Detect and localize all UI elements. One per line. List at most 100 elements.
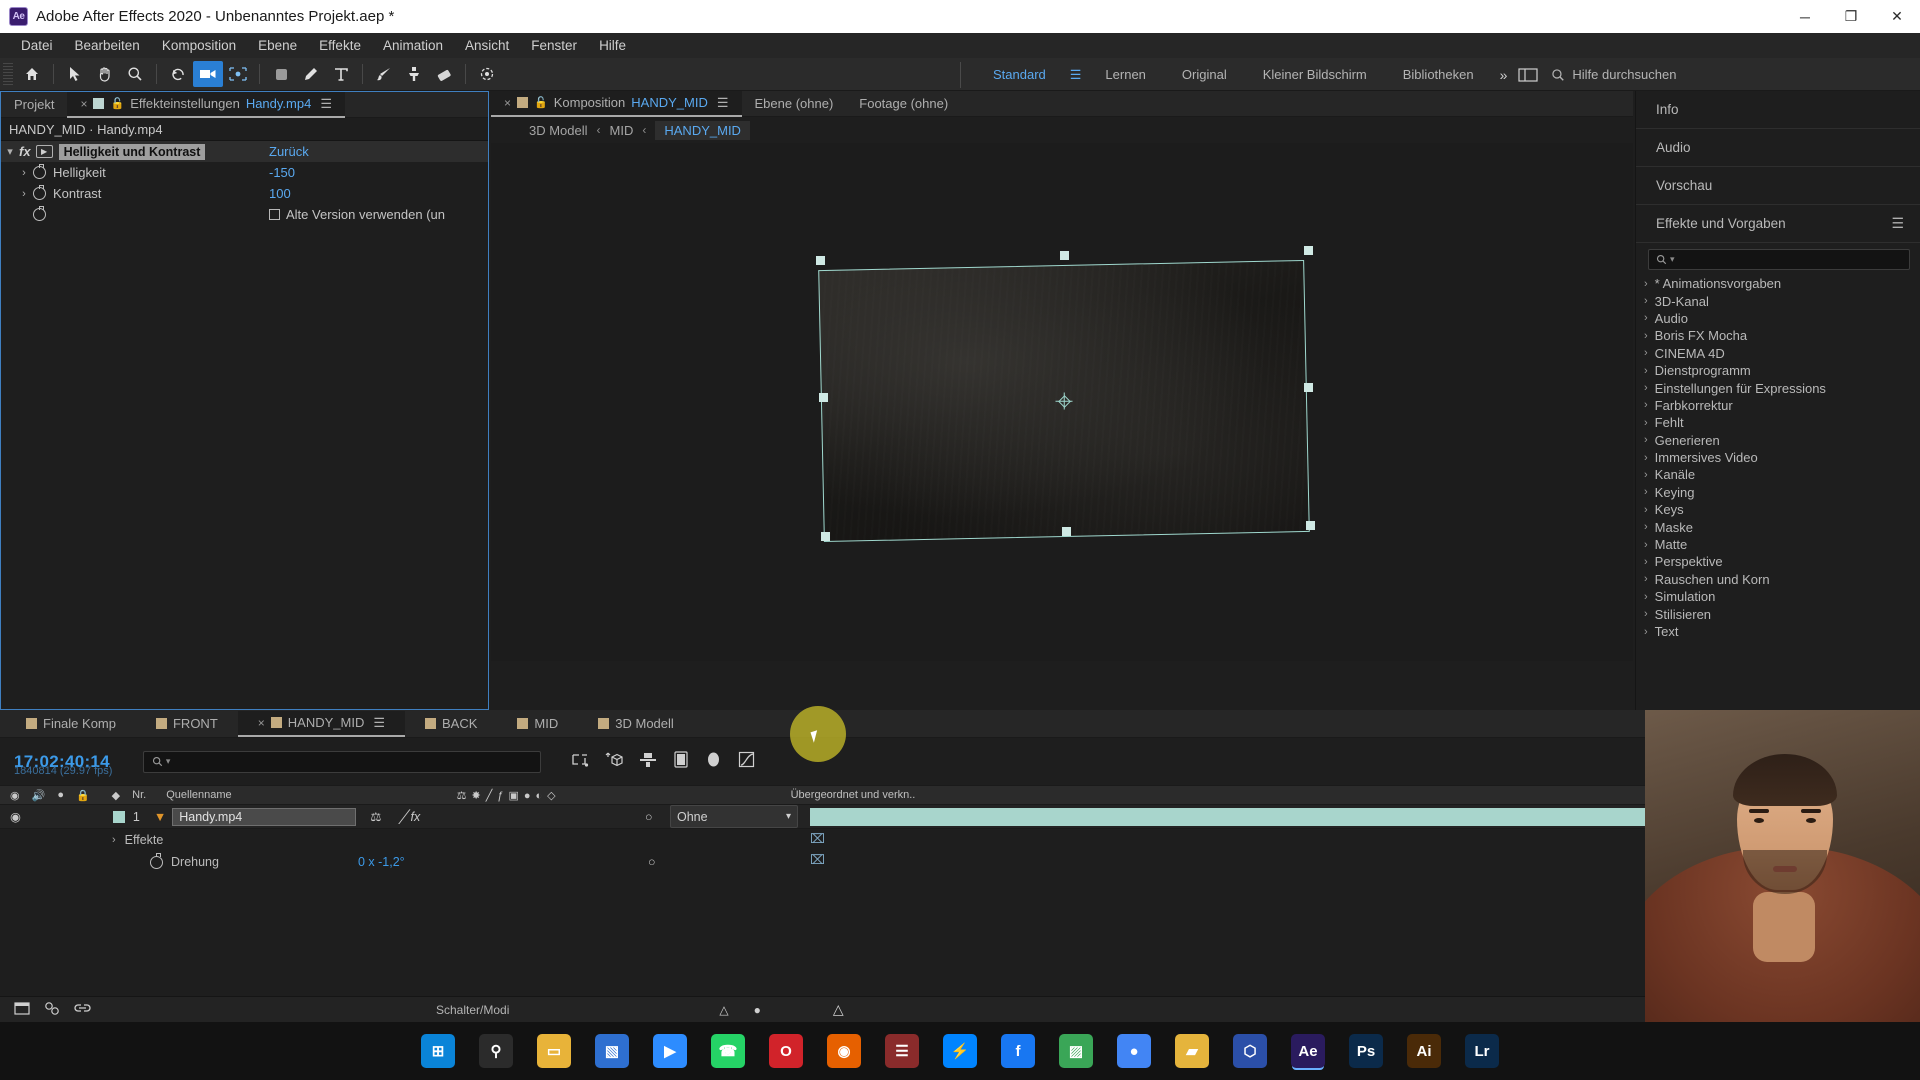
workspace-more-icon[interactable]: » (1492, 67, 1516, 83)
close-icon[interactable]: × (258, 716, 265, 730)
chevron-right-icon[interactable]: › (15, 188, 33, 200)
eraser-tool-icon[interactable] (429, 61, 459, 87)
transform-handle[interactable] (1304, 383, 1313, 392)
effect-category-1[interactable]: › 3D-Kanal (1636, 292, 1920, 309)
taskbar-chrome[interactable]: ● (1117, 1034, 1151, 1068)
comp-mini-flowchart-icon[interactable] (44, 1001, 60, 1019)
chevron-right-icon[interactable]: › (1644, 295, 1648, 307)
3d-renderer-icon[interactable] (605, 751, 623, 772)
minimize-button[interactable]: ─ (1782, 0, 1828, 33)
taskbar-start-windows[interactable]: ⊞ (421, 1034, 455, 1068)
effect-category-5[interactable]: › Dienstprogramm (1636, 362, 1920, 379)
menu-item-effekte[interactable]: Effekte (308, 35, 372, 56)
menu-item-hilfe[interactable]: Hilfe (588, 35, 637, 56)
effect-category-8[interactable]: › Fehlt (1636, 414, 1920, 431)
roto-brush-tool-icon[interactable] (472, 61, 502, 87)
transform-handle[interactable] (1060, 251, 1069, 260)
chevron-right-icon[interactable]: › (1644, 399, 1648, 411)
layer-name[interactable]: Handy.mp4 (172, 807, 357, 826)
video-visibility-toggle[interactable]: ◉ (10, 809, 21, 824)
keyframe-marker-icon[interactable]: ⌧ (810, 852, 825, 868)
pen-tool-icon[interactable] (296, 61, 326, 87)
rotation-tool-icon[interactable] (163, 61, 193, 87)
chevron-right-icon[interactable]: › (1644, 434, 1648, 446)
lock-icon[interactable]: 🔓 (110, 97, 124, 110)
menu-item-bearbeiten[interactable]: Bearbeiten (64, 35, 151, 56)
effect-category-16[interactable]: › Perspektive (1636, 553, 1920, 570)
panel-menu-icon[interactable]: ☰ (717, 95, 729, 111)
breadcrumb-item-1[interactable]: MID (610, 123, 634, 138)
brush-tool-icon[interactable] (369, 61, 399, 87)
chevron-right-icon[interactable]: › (1644, 608, 1648, 620)
panel-audio[interactable]: Audio (1636, 129, 1920, 167)
tab-footage[interactable]: Footage (ohne) (846, 91, 961, 117)
curve-editor-icon[interactable] (738, 751, 755, 772)
panel-menu-icon[interactable]: ☰ (320, 96, 332, 112)
chevron-right-icon[interactable]: › (1644, 591, 1648, 603)
chevron-right-icon[interactable]: › (1644, 469, 1648, 481)
timeline-tab-front[interactable]: FRONT (136, 711, 238, 737)
motion-blur-icon[interactable] (639, 752, 657, 772)
workspace-lernen[interactable]: Lernen (1087, 61, 1163, 88)
solo-icon[interactable]: ● (57, 789, 64, 801)
graph-editor-icon[interactable] (705, 751, 722, 772)
transform-handle[interactable] (1304, 246, 1313, 255)
workspace-standard[interactable]: Standard (975, 61, 1064, 88)
keyframe-marker-icon[interactable]: ⌧ (810, 831, 825, 847)
chevron-down-icon[interactable]: ▾ (1, 145, 19, 158)
chevron-right-icon[interactable]: › (1644, 521, 1648, 533)
taskbar-folder[interactable]: ▰ (1175, 1034, 1209, 1068)
camera-tool-icon[interactable] (193, 61, 223, 87)
close-icon[interactable]: × (504, 96, 511, 110)
effect-category-9[interactable]: › Generieren (1636, 432, 1920, 449)
workspace-bibliotheken[interactable]: Bibliotheken (1385, 61, 1492, 88)
close-button[interactable]: ✕ (1874, 0, 1920, 33)
switches-icons[interactable]: ⚖✸╱ƒ▣●◐◇ (457, 789, 561, 802)
taskbar-firefox[interactable]: ◉ (827, 1034, 861, 1068)
effect-toggle-icon[interactable]: ▶ (35, 145, 53, 158)
hand-tool-icon[interactable] (90, 61, 120, 87)
tab-projekt[interactable]: Projekt (1, 92, 67, 118)
type-tool-icon[interactable] (326, 61, 356, 87)
chain-link-icon[interactable] (74, 1002, 91, 1018)
property-row-kontrast[interactable]: › Kontrast 100 (1, 183, 488, 204)
lock-icon[interactable]: 🔓 (534, 96, 548, 109)
chevron-right-icon[interactable]: › (1644, 556, 1648, 568)
zoom-out-timeline-icon[interactable]: △ (719, 1003, 728, 1017)
breadcrumb-item-current[interactable]: HANDY_MID (655, 120, 750, 140)
workspace-panel-icon[interactable] (1515, 63, 1541, 87)
effect-category-13[interactable]: › Keys (1636, 501, 1920, 518)
toolbar-grip[interactable] (3, 63, 13, 85)
clone-stamp-tool-icon[interactable] (399, 61, 429, 87)
effect-category-7[interactable]: › Farbkorrektur (1636, 397, 1920, 414)
effect-category-14[interactable]: › Maske (1636, 518, 1920, 535)
property-value[interactable]: 100 (269, 186, 291, 201)
taskbar-premiere-related[interactable]: ⬡ (1233, 1034, 1267, 1068)
tab-effekteinstellungen[interactable]: × 🔓 Effekteinstellungen Handy.mp4 ☰ (67, 91, 345, 118)
taskbar-opera[interactable]: O (769, 1034, 803, 1068)
menu-item-datei[interactable]: Datei (10, 35, 64, 56)
legacy-checkbox-wrap[interactable]: Alte Version verwenden (un (269, 207, 445, 222)
effect-category-17[interactable]: › Rauschen und Korn (1636, 571, 1920, 588)
taskbar-whatsapp[interactable]: ☎ (711, 1034, 745, 1068)
menu-item-ebene[interactable]: Ebene (247, 35, 308, 56)
effect-category-18[interactable]: › Simulation (1636, 588, 1920, 605)
chevron-right-icon[interactable]: › (15, 167, 33, 179)
panel-menu-icon[interactable]: ☰ (1891, 215, 1904, 232)
taskbar-after-effects[interactable]: Ae (1291, 1034, 1325, 1068)
expression-icon[interactable]: ○ (648, 855, 656, 869)
taskbar-file-explorer[interactable]: ▭ (537, 1034, 571, 1068)
timeline-search-input[interactable]: ▾ (142, 750, 541, 773)
chevron-right-icon[interactable]: › (112, 834, 116, 846)
chevron-right-icon[interactable]: › (1644, 573, 1648, 585)
chevron-right-icon[interactable]: › (1644, 504, 1648, 516)
transform-handle[interactable] (821, 532, 830, 541)
panel-effekte-und-vorgaben[interactable]: Effekte und Vorgaben ☰ (1636, 205, 1920, 243)
chevron-right-icon[interactable]: › (1644, 312, 1648, 324)
chevron-right-icon[interactable]: › (1644, 382, 1648, 394)
effect-category-4[interactable]: › CINEMA 4D (1636, 345, 1920, 362)
effect-category-2[interactable]: › Audio (1636, 310, 1920, 327)
shape-tool-icon[interactable] (266, 61, 296, 87)
effect-category-12[interactable]: › Keying (1636, 484, 1920, 501)
composition-mini-flowchart-icon[interactable] (571, 752, 589, 772)
